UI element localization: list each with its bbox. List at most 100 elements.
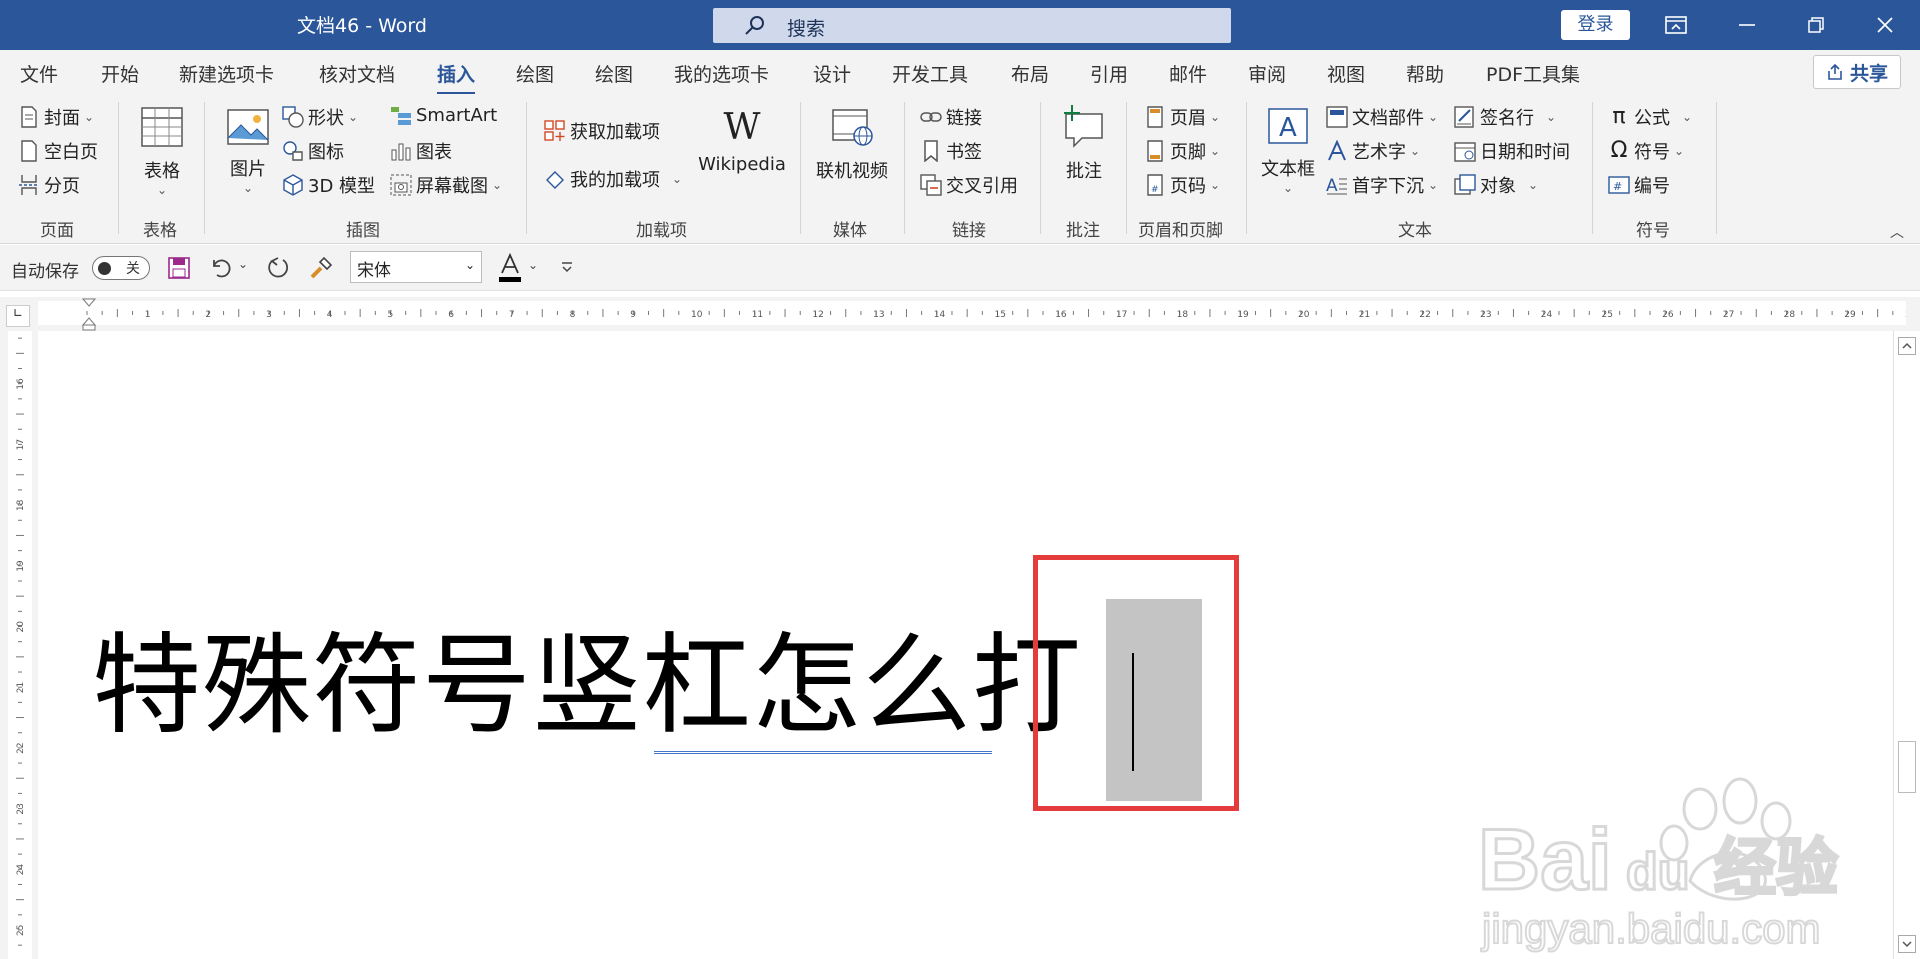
cover-page-button[interactable]: 封面 ⌄ — [18, 104, 94, 130]
restore-icon[interactable] — [1785, 0, 1847, 50]
blank-page-button[interactable]: 空白页 — [18, 138, 98, 164]
tab-layout[interactable]: 布局 — [1011, 60, 1049, 87]
baidu-jingyan-watermark: Bai du 经验 jingyan.baidu.com — [1478, 777, 1840, 953]
ruler-number: 25 — [1602, 310, 1613, 320]
tab-insert[interactable]: 插入 — [437, 60, 476, 95]
blank-page-label: 空白页 — [44, 142, 98, 163]
font-color-dropdown-icon[interactable]: ⌄ — [528, 258, 538, 272]
ruler-number: 22 — [1419, 310, 1430, 320]
tab-new-tab[interactable]: 新建选项卡 — [179, 60, 274, 87]
group-label-pages: 页面 — [40, 221, 74, 241]
undo-icon[interactable] — [208, 256, 234, 280]
document-text[interactable]: 特殊符号竖杠怎么打 — [92, 631, 1082, 740]
font-color-button[interactable] — [498, 252, 522, 283]
textbox-button[interactable]: A 文本框 ⌄ — [1258, 106, 1318, 195]
signature-line-button[interactable]: 签名行 ⌄ — [1454, 104, 1556, 130]
tab-developer[interactable]: 开发工具 — [892, 60, 968, 87]
tab-pdf-tools[interactable]: PDF工具集 — [1486, 60, 1580, 87]
quick-access-toolbar: 自动保存 关 ⌄ 宋体 ⌄ ⌄ — [0, 245, 1920, 291]
screenshot-button[interactable]: 屏幕截图 ⌄ — [390, 172, 502, 198]
table-button[interactable]: 表格 ⌄ — [134, 106, 190, 197]
collapse-ribbon-icon[interactable]: ︿ — [1890, 222, 1904, 242]
chevron-down-icon: ⌄ — [1210, 144, 1221, 158]
group-separator — [1126, 102, 1127, 234]
comment-button[interactable]: 批注 — [1056, 104, 1112, 183]
login-button[interactable]: 登录 — [1561, 10, 1630, 40]
cross-reference-button[interactable]: 交叉引用 — [920, 172, 1018, 198]
link-button[interactable]: 链接 — [920, 104, 982, 130]
vertical-ruler[interactable]: 16 17 18 19 20 21 22 23 24 25 — [0, 331, 38, 959]
chart-button[interactable]: 图表 — [390, 138, 452, 164]
bookmark-button[interactable]: 书签 — [920, 138, 982, 164]
document-page[interactable]: 特殊符号竖杠怎么打 Bai du 经验 jingyan.baidu.com — [38, 331, 1892, 959]
scroll-up-icon[interactable] — [1898, 337, 1916, 355]
icons-button[interactable]: 图标 — [282, 138, 344, 164]
numbering-button[interactable]: # 编号 — [1608, 172, 1670, 198]
tab-check-doc[interactable]: 核对文档 — [319, 60, 395, 87]
font-name-select[interactable]: 宋体 ⌄ — [350, 251, 482, 283]
footer-button[interactable]: 页脚 ⌄ — [1144, 138, 1220, 164]
ruler-number: 26 — [1662, 310, 1674, 320]
ruler-number: 16 — [1055, 310, 1067, 320]
wm-brand-a: Bai — [1478, 812, 1612, 908]
page-break-icon — [19, 175, 39, 195]
wordart-button[interactable]: 艺术字 ⌄ — [1326, 138, 1420, 164]
tab-view[interactable]: 视图 — [1327, 60, 1365, 87]
group-label-links: 链接 — [952, 221, 986, 241]
ruler-number: 21 — [1359, 310, 1370, 320]
close-icon[interactable] — [1854, 0, 1916, 50]
header-icon — [1147, 106, 1163, 128]
horizontal-ruler[interactable]: ∟ 1 2 3 4 5 6 7 8 9 10 11 12 13 14 15 16 17 18 19 20 21 22 23 2… — [0, 297, 1920, 331]
ribbon-insert: 封面 ⌄ 空白页 分页 页面 表格 ⌄ 表格 图片 ⌄ 形状 ⌄ 图标 3D 模型 … — [0, 94, 1920, 244]
object-button[interactable]: 对象 ⌄ — [1454, 172, 1538, 198]
quick-parts-button[interactable]: 文档部件 ⌄ — [1326, 104, 1438, 130]
page-number-button[interactable]: # 页码 ⌄ — [1144, 172, 1220, 198]
minimize-icon[interactable] — [1716, 0, 1778, 50]
tab-review[interactable]: 审阅 — [1248, 60, 1286, 87]
tab-selector-icon[interactable]: ∟ — [6, 305, 30, 327]
my-addins-button[interactable]: 我的加载项 ⌄ — [544, 166, 682, 192]
symbol-button[interactable]: Ω 符号 ⌄ — [1608, 138, 1684, 164]
tab-home[interactable]: 开始 — [101, 60, 139, 87]
tab-file[interactable]: 文件 — [20, 60, 58, 87]
get-addins-label: 获取加载项 — [570, 122, 660, 143]
scrollbar-thumb[interactable] — [1898, 741, 1916, 793]
get-addins-button[interactable]: 获取加载项 — [544, 118, 660, 144]
ruler-number: 19 — [1237, 310, 1249, 320]
page-number-label: 页码 — [1170, 176, 1206, 197]
cover-page-icon — [21, 106, 37, 128]
wikipedia-button[interactable]: W Wikipedia — [694, 106, 790, 175]
store-icon — [544, 120, 565, 141]
search-box[interactable]: 搜索 — [713, 8, 1231, 43]
shapes-button[interactable]: 形状 ⌄ — [282, 104, 358, 130]
3d-models-button[interactable]: 3D 模型 — [282, 172, 375, 198]
ribbon-display-options-icon[interactable] — [1645, 0, 1707, 50]
customize-qat-icon[interactable] — [560, 261, 574, 273]
page-break-button[interactable]: 分页 — [18, 172, 80, 198]
tab-mailings[interactable]: 邮件 — [1169, 60, 1207, 87]
tab-references[interactable]: 引用 — [1090, 60, 1128, 87]
indent-marker-icon[interactable] — [81, 297, 97, 331]
smartart-button[interactable]: SmartArt — [390, 104, 497, 126]
save-icon[interactable] — [168, 257, 190, 279]
svg-text:A: A — [1279, 113, 1297, 143]
redo-icon[interactable] — [264, 256, 290, 280]
scroll-down-icon[interactable] — [1898, 935, 1916, 953]
share-button[interactable]: 共享 — [1813, 55, 1901, 89]
tab-my-tab[interactable]: 我的选项卡 — [674, 60, 769, 87]
tab-design[interactable]: 设计 — [813, 60, 851, 87]
drop-cap-button[interactable]: A 首字下沉 ⌄ — [1326, 172, 1438, 198]
vertical-scrollbar[interactable] — [1893, 331, 1920, 959]
undo-dropdown-icon[interactable]: ⌄ — [238, 257, 248, 271]
autosave-toggle[interactable]: 关 — [92, 256, 150, 280]
format-painter-icon[interactable] — [308, 255, 334, 281]
date-time-button[interactable]: 日期和时间 — [1454, 138, 1570, 164]
pictures-button[interactable]: 图片 ⌄ — [220, 108, 276, 195]
tab-draw[interactable]: 绘图 — [516, 60, 554, 87]
tab-draw-2[interactable]: 绘图 — [595, 60, 633, 87]
blank-page-icon — [21, 140, 37, 162]
tab-help[interactable]: 帮助 — [1406, 60, 1444, 87]
equation-button[interactable]: π 公式 ⌄ — [1608, 104, 1692, 130]
online-video-button[interactable]: 联机视频 — [812, 108, 892, 183]
header-button[interactable]: 页眉 ⌄ — [1144, 104, 1220, 130]
